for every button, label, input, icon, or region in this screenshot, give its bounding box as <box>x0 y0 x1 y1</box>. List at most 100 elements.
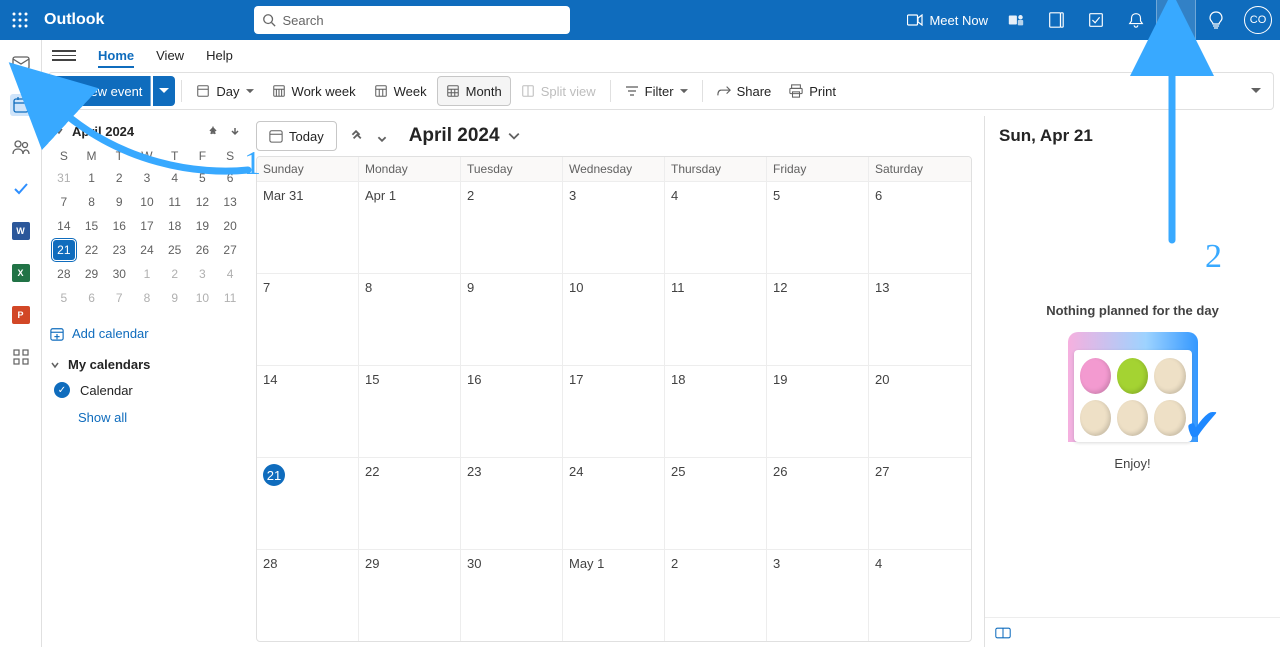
search-input[interactable]: Search <box>254 6 570 34</box>
mini-day[interactable]: 9 <box>105 190 133 214</box>
calendar-cell[interactable]: 6 <box>869 181 971 273</box>
today-button[interactable]: Today <box>256 121 337 151</box>
calendar-list-item[interactable]: ✓ Calendar <box>54 382 244 398</box>
rail-people-icon[interactable] <box>10 136 32 158</box>
calendar-cell[interactable]: 12 <box>767 273 869 365</box>
mini-day[interactable]: 12 <box>189 190 217 214</box>
calendar-cell[interactable]: 2 <box>461 181 563 273</box>
account-avatar[interactable]: CO <box>1244 6 1272 34</box>
calendar-cell[interactable]: Mar 31 <box>257 181 359 273</box>
mini-day[interactable]: 29 <box>78 262 106 286</box>
new-event-button[interactable]: New event <box>53 76 151 106</box>
mini-day[interactable]: 21 <box>50 238 78 262</box>
calendar-cell[interactable]: 23 <box>461 457 563 549</box>
mini-day[interactable]: 30 <box>105 262 133 286</box>
mini-day[interactable]: 1 <box>133 262 161 286</box>
notifications-icon[interactable] <box>1116 0 1156 40</box>
calendar-cell[interactable]: 14 <box>257 365 359 457</box>
rail-calendar-icon[interactable] <box>10 94 32 116</box>
calendar-cell[interactable]: 2 <box>665 549 767 641</box>
calendar-cell[interactable]: 3 <box>767 549 869 641</box>
toolbar-overflow[interactable] <box>1243 76 1269 106</box>
mini-day[interactable]: 15 <box>78 214 106 238</box>
mini-day[interactable]: 27 <box>216 238 244 262</box>
mini-day[interactable]: 26 <box>189 238 217 262</box>
mini-day[interactable]: 9 <box>161 286 189 310</box>
mini-day[interactable]: 28 <box>50 262 78 286</box>
add-calendar-link[interactable]: Add calendar <box>50 326 244 341</box>
next-month-icon[interactable] <box>373 127 391 145</box>
mini-day[interactable]: 5 <box>189 166 217 190</box>
calendar-cell[interactable]: 20 <box>869 365 971 457</box>
calendar-cell[interactable]: 13 <box>869 273 971 365</box>
settings-icon[interactable] <box>1156 0 1196 40</box>
calendar-cell[interactable]: 27 <box>869 457 971 549</box>
tab-help[interactable]: Help <box>206 44 233 67</box>
meet-now-button[interactable]: Meet Now <box>899 0 996 40</box>
calendar-checkbox-icon[interactable]: ✓ <box>54 382 70 398</box>
calendar-cell[interactable]: 24 <box>563 457 665 549</box>
calendar-cell[interactable]: 19 <box>767 365 869 457</box>
calendar-cell[interactable]: 5 <box>767 181 869 273</box>
mini-calendar[interactable]: SMTWTFS 31123456789101112131415161718192… <box>50 146 244 310</box>
mini-day[interactable]: 5 <box>50 286 78 310</box>
mini-day[interactable]: 16 <box>105 214 133 238</box>
day-view-button[interactable]: Day <box>188 76 261 106</box>
mini-day[interactable]: 11 <box>161 190 189 214</box>
calendar-cell[interactable]: 25 <box>665 457 767 549</box>
mini-day[interactable]: 10 <box>133 190 161 214</box>
print-button[interactable]: Print <box>781 76 844 106</box>
mini-day[interactable]: 25 <box>161 238 189 262</box>
calendar-cell[interactable]: 26 <box>767 457 869 549</box>
mini-cal-collapse-icon[interactable] <box>50 122 68 140</box>
my-calendars-header[interactable]: My calendars <box>50 357 244 372</box>
calendar-cell[interactable]: 9 <box>461 273 563 365</box>
mini-day[interactable]: 3 <box>133 166 161 190</box>
calendar-cell[interactable]: 7 <box>257 273 359 365</box>
calendar-cell[interactable]: 15 <box>359 365 461 457</box>
mini-day[interactable]: 19 <box>189 214 217 238</box>
mini-cal-next-icon[interactable] <box>226 122 244 140</box>
immersive-reader-icon[interactable] <box>985 617 1280 647</box>
mini-day[interactable]: 4 <box>161 166 189 190</box>
prev-month-icon[interactable] <box>347 127 365 145</box>
mini-day[interactable]: 23 <box>105 238 133 262</box>
mini-day[interactable]: 10 <box>189 286 217 310</box>
calendar-cell[interactable]: 17 <box>563 365 665 457</box>
work-week-button[interactable]: Work week <box>264 76 364 106</box>
mini-day[interactable]: 6 <box>216 166 244 190</box>
mini-day[interactable]: 14 <box>50 214 78 238</box>
mini-day[interactable]: 1 <box>78 166 106 190</box>
month-view-button[interactable]: Month <box>437 76 511 106</box>
app-launcher-icon[interactable] <box>0 0 40 40</box>
rail-word-icon[interactable]: W <box>10 220 32 242</box>
mini-day[interactable]: 8 <box>78 190 106 214</box>
rail-more-apps-icon[interactable] <box>10 346 32 368</box>
mini-day[interactable]: 31 <box>50 166 78 190</box>
filter-button[interactable]: Filter <box>617 76 696 106</box>
calendar-cell[interactable]: 21 <box>257 457 359 549</box>
calendar-cell[interactable]: 8 <box>359 273 461 365</box>
mini-day[interactable]: 11 <box>216 286 244 310</box>
mini-cal-prev-icon[interactable] <box>204 122 222 140</box>
calendar-cell[interactable]: 3 <box>563 181 665 273</box>
new-event-dropdown[interactable] <box>153 76 175 106</box>
mini-day[interactable]: 4 <box>216 262 244 286</box>
mini-day[interactable]: 13 <box>216 190 244 214</box>
calendar-cell[interactable]: 18 <box>665 365 767 457</box>
calendar-cell[interactable]: 28 <box>257 549 359 641</box>
calendar-cell[interactable]: 4 <box>869 549 971 641</box>
show-all-link[interactable]: Show all <box>78 410 244 425</box>
mini-day[interactable]: 7 <box>105 286 133 310</box>
calendar-cell[interactable]: 11 <box>665 273 767 365</box>
tab-view[interactable]: View <box>156 44 184 67</box>
week-view-button[interactable]: Week <box>366 76 435 106</box>
mini-day[interactable]: 18 <box>161 214 189 238</box>
calendar-cell[interactable]: 4 <box>665 181 767 273</box>
mini-day[interactable]: 6 <box>78 286 106 310</box>
rail-excel-icon[interactable]: X <box>10 262 32 284</box>
calendar-cell[interactable]: 16 <box>461 365 563 457</box>
tab-home[interactable]: Home <box>98 44 134 68</box>
todo-icon[interactable] <box>1076 0 1116 40</box>
share-button[interactable]: Share <box>709 76 780 106</box>
